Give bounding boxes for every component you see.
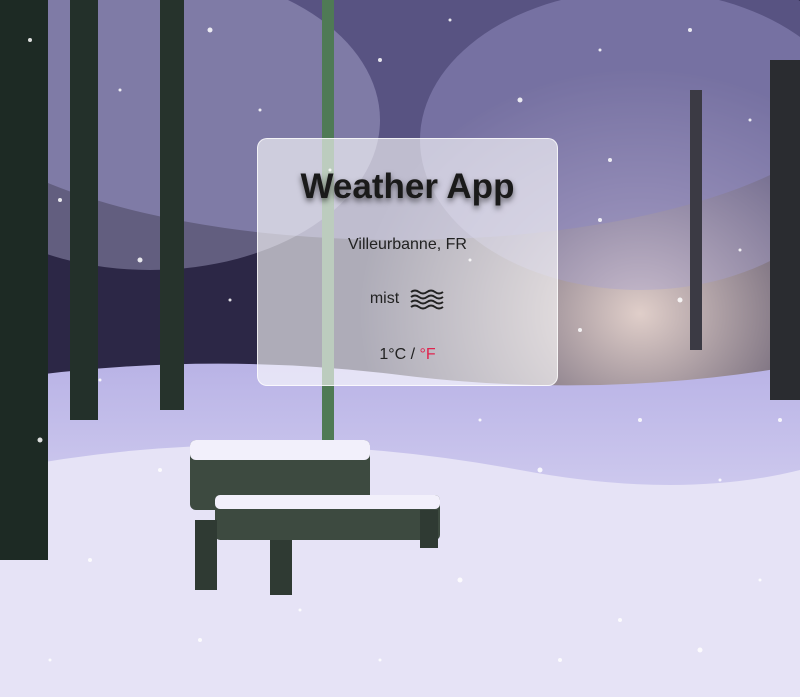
app-title: Weather App — [300, 167, 515, 206]
temperature-display: 1°C / °F — [258, 345, 557, 365]
background-winter-scene: Weather App Villeurbanne, FR mist 1°C / … — [0, 0, 800, 697]
mist-icon — [409, 287, 445, 311]
location-label: Villeurbanne, FR — [348, 236, 467, 253]
weather-condition: mist — [258, 287, 557, 311]
fahrenheit-toggle-link[interactable]: °F — [420, 346, 436, 363]
condition-text: mist — [369, 290, 400, 307]
unit-separator: / — [406, 346, 420, 363]
celsius-unit: °C — [388, 346, 407, 363]
temperature-value: 1 — [379, 346, 389, 363]
weather-card: Weather App Villeurbanne, FR mist 1°C / … — [257, 138, 558, 386]
